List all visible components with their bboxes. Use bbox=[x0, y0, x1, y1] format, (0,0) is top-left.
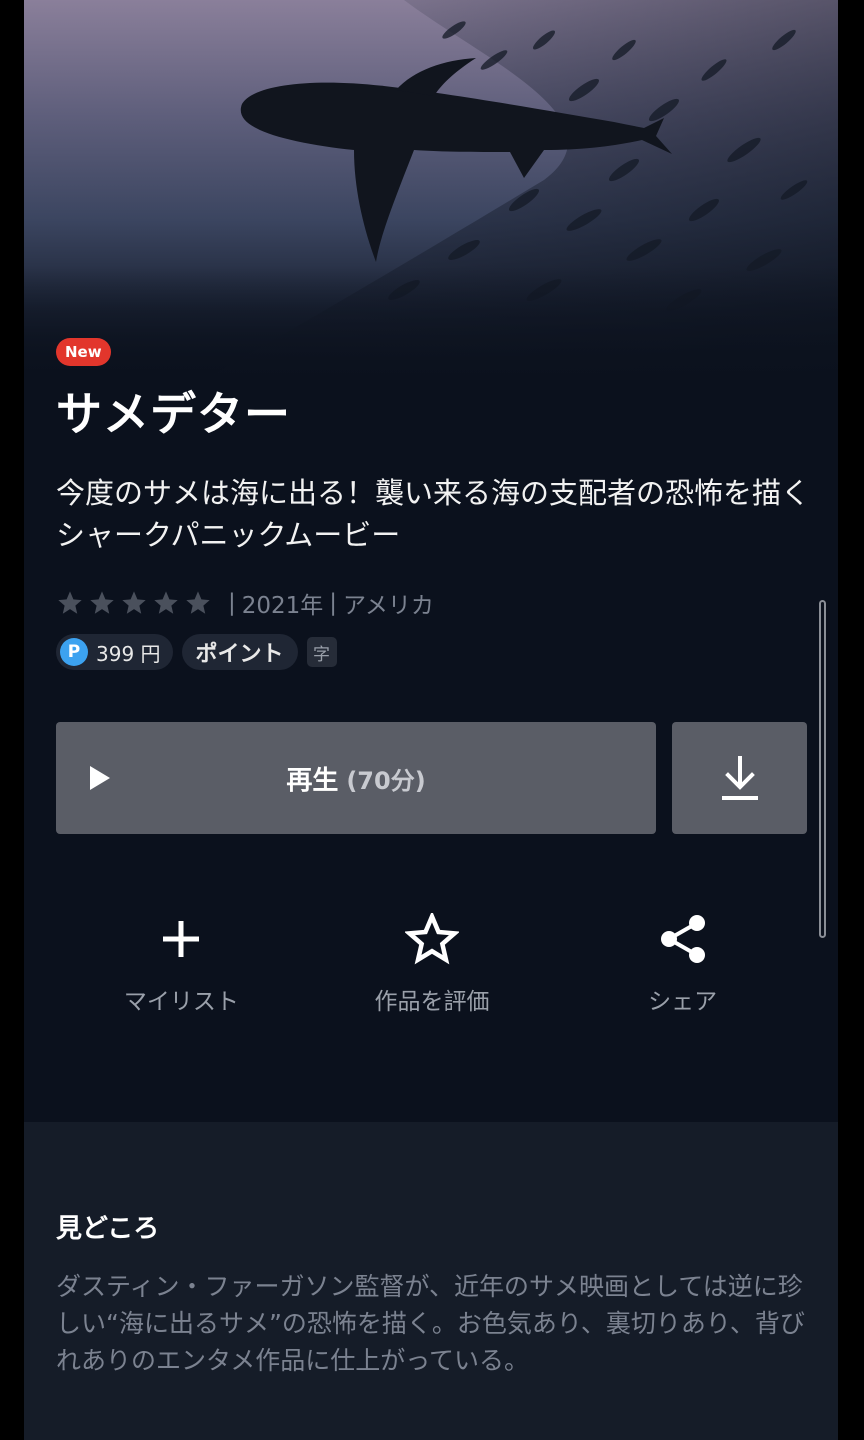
hero-image bbox=[24, 0, 838, 380]
star-icon bbox=[90, 591, 114, 614]
meta-row: | 2021年 | アメリカ bbox=[56, 586, 434, 620]
rate-label: 作品を評価 bbox=[374, 989, 490, 1015]
country: アメリカ bbox=[343, 593, 434, 619]
action-row: マイリスト 作品を評価 シェア bbox=[56, 908, 808, 1016]
meta-separator: | bbox=[228, 590, 236, 616]
scrollbar[interactable] bbox=[819, 600, 826, 938]
share-label: シェア bbox=[648, 989, 718, 1015]
play-icon bbox=[90, 766, 110, 790]
star-icon bbox=[58, 591, 82, 614]
shark-illustration bbox=[24, 0, 838, 380]
description: 今度のサメは海に出る！襲い来る海の支配者の恐怖を描くシャークパニックムービー bbox=[56, 476, 811, 552]
price-label: 399 円 bbox=[96, 641, 161, 666]
subtitle-badge: 字 bbox=[306, 637, 337, 667]
meta-separator: | bbox=[329, 590, 338, 616]
price-chips: P 399 円 ポイント 字 bbox=[56, 634, 337, 670]
new-badge: New bbox=[56, 338, 111, 366]
star-outline-icon bbox=[405, 913, 459, 965]
page-title: サメデター bbox=[56, 387, 291, 441]
share-icon bbox=[660, 915, 705, 963]
star-icon bbox=[154, 591, 178, 614]
rating-stars[interactable] bbox=[56, 589, 212, 617]
plus-icon bbox=[163, 921, 200, 957]
play-duration: (70分) bbox=[346, 766, 426, 795]
rate-button[interactable]: 作品を評価 bbox=[307, 908, 558, 1016]
play-button[interactable]: 再生 (70分) bbox=[56, 722, 656, 834]
point-chip: ポイント bbox=[181, 634, 298, 670]
highlights-section: 見どころ ダスティン・ファーガソン監督が、近年のサメ映画としては逆に珍しい“海に… bbox=[24, 1122, 838, 1440]
star-icon bbox=[186, 591, 210, 614]
play-label: 再生 bbox=[286, 765, 339, 796]
price-chip: P 399 円 bbox=[56, 634, 173, 670]
star-icon bbox=[122, 591, 146, 614]
release-year: 2021年 bbox=[241, 593, 324, 619]
app-screen: New サメデター 今度のサメは海に出る！襲い来る海の支配者の恐怖を描くシャーク… bbox=[24, 0, 838, 1440]
download-icon bbox=[721, 756, 758, 800]
share-button[interactable]: シェア bbox=[557, 908, 808, 1016]
mylist-button[interactable]: マイリスト bbox=[56, 908, 307, 1016]
highlights-title: 見どころ bbox=[56, 1214, 160, 1244]
download-button[interactable] bbox=[672, 722, 807, 834]
point-icon: P bbox=[60, 638, 88, 666]
mylist-label: マイリスト bbox=[123, 989, 239, 1015]
highlights-text: ダスティン・ファーガソン監督が、近年のサメ映画としては逆に珍しい“海に出るサメ”… bbox=[56, 1272, 805, 1375]
